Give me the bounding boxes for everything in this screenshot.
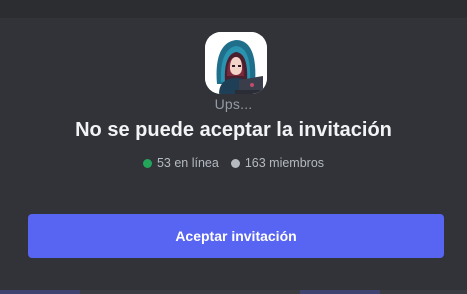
member-status-icon xyxy=(230,158,240,168)
bottom-edge-highlight xyxy=(300,290,380,294)
online-count: 53 en línea xyxy=(142,156,219,170)
server-stats: 53 en línea 163 miembros xyxy=(0,156,467,170)
online-count-label: 53 en línea xyxy=(156,156,219,170)
member-count: 163 miembros xyxy=(230,156,325,170)
accept-invite-button[interactable]: Aceptar invitación xyxy=(28,214,444,258)
invite-error-title: No se puede aceptar la invitación xyxy=(75,119,392,141)
member-count-label: 163 miembros xyxy=(244,156,325,170)
invite-subtitle: Ups... xyxy=(214,96,253,112)
bottom-edge xyxy=(0,290,467,294)
online-status-icon xyxy=(142,158,152,168)
server-avatar-icon xyxy=(205,32,267,94)
invite-card: Ups... No se puede aceptar la invitación… xyxy=(0,0,467,294)
bottom-edge-highlight xyxy=(0,290,80,294)
